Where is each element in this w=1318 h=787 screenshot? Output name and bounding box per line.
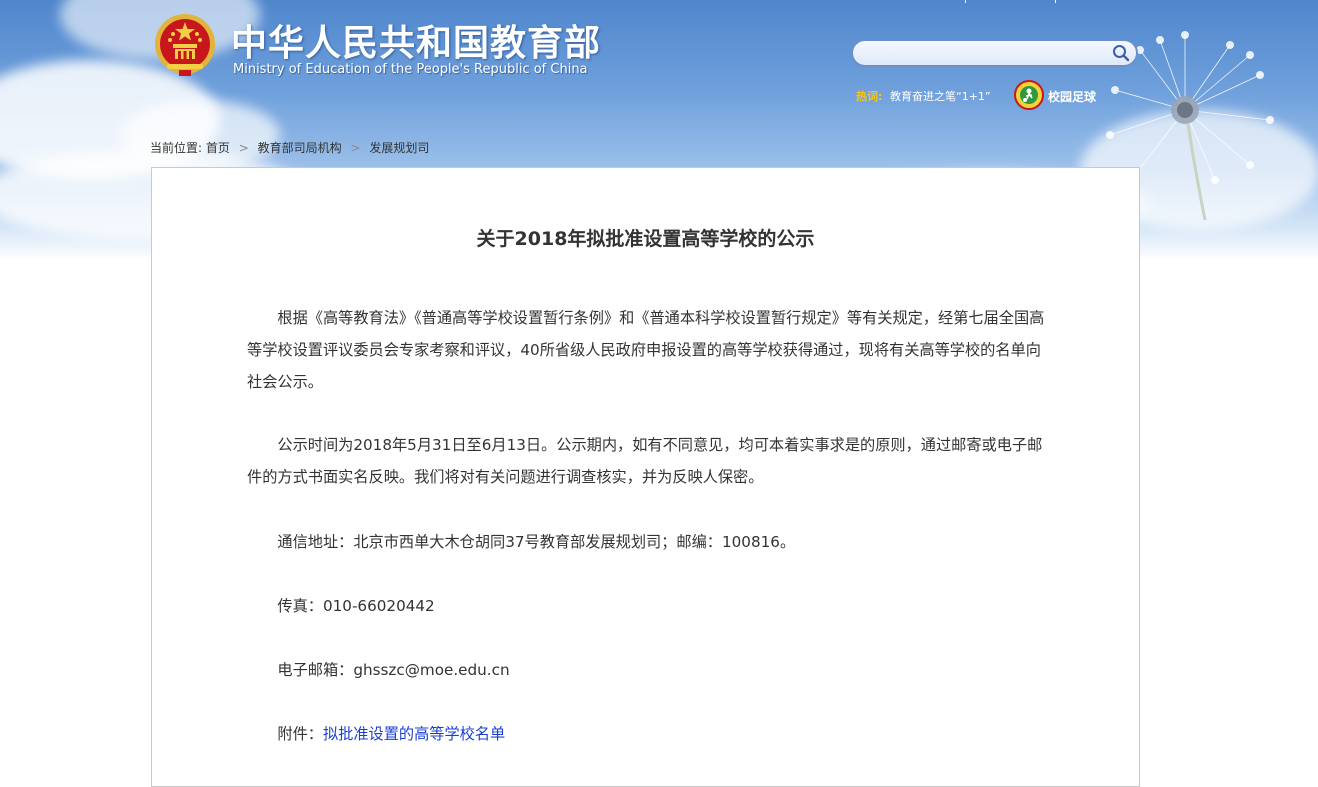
breadcrumb-home[interactable]: 首页: [206, 141, 230, 155]
site-subtitle: Ministry of Education of the People's Re…: [233, 62, 588, 77]
search-box[interactable]: [851, 39, 1138, 67]
article-attachment: 附件：拟批准设置的高等学校名单: [247, 718, 1047, 750]
site-title: 中华人民共和国教育部: [231, 23, 602, 64]
search-icon[interactable]: [1112, 44, 1130, 62]
breadcrumb-separator: >: [238, 141, 249, 155]
article-paragraph: 通信地址：北京市西单大木仓胡同37号教育部发展规划司；邮编：100816。: [277, 533, 796, 551]
hot-words-label: 热词:: [856, 90, 883, 103]
search-input[interactable]: [865, 44, 1109, 64]
campus-football-logo-icon[interactable]: [1014, 80, 1044, 110]
breadcrumb-separator: >: [350, 141, 361, 155]
attachment-label: 附件：: [277, 725, 323, 743]
article-paragraph: 根据《高等教育法》《普通高等学校设置暂行条例》和《普通本科学校设置暂行规定》等有…: [247, 309, 1045, 391]
breadcrumb: 当前位置: 首页 > 教育部司局机构 > 发展规划司: [150, 139, 429, 156]
breadcrumb-prefix: 当前位置:: [150, 141, 203, 155]
article-paragraph: 公示时间为2018年5月31日至6月13日。公示期内，如有不同意见，均可本着实事…: [247, 436, 1043, 486]
breadcrumb-departments[interactable]: 教育部司局机构: [258, 141, 342, 155]
national-emblem-icon: [155, 14, 215, 76]
article-panel: 关于2018年拟批准设置高等学校的公示 根据《高等教育法》《普通高等学校设置暂行…: [151, 167, 1140, 787]
breadcrumb-planning-dept[interactable]: 发展规划司: [369, 141, 429, 155]
article-title: 关于2018年拟批准设置高等学校的公示: [476, 228, 815, 250]
hot-word-link[interactable]: 教育奋进之笔“1+1”: [890, 88, 991, 104]
attachment-link[interactable]: 拟批准设置的高等学校名单: [323, 725, 505, 743]
article-paragraph: 电子邮箱：ghsszc@moe.edu.cn: [277, 661, 510, 679]
article-paragraph: 传真：010-66020442: [277, 597, 435, 615]
campus-football-link[interactable]: 校园足球: [1048, 88, 1096, 105]
